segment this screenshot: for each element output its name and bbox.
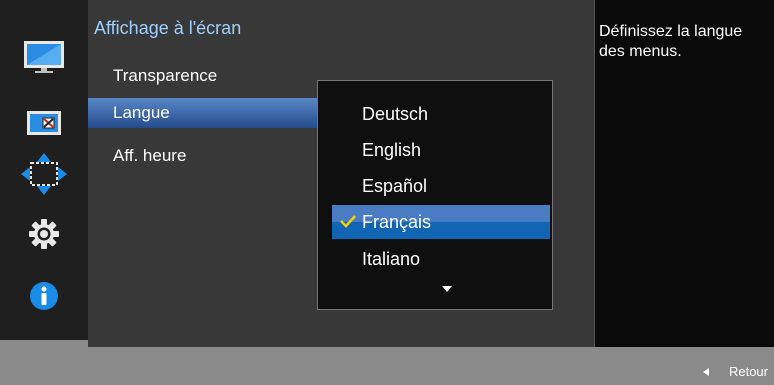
help-text: Définissez la langue des menus. — [599, 23, 743, 60]
main-panel: Affichage à l'écran Transparence Langue … — [88, 0, 594, 347]
settings-gear-icon — [29, 219, 59, 249]
position-arrows-icon — [21, 153, 67, 195]
sidebar-item-picture-size[interactable] — [0, 101, 88, 145]
sidebar — [0, 0, 88, 340]
info-icon — [30, 282, 58, 310]
language-submenu: Deutsch English Español Français Italian… — [317, 80, 553, 310]
back-button[interactable]: Retour — [702, 364, 768, 379]
menu-item-label: Transparence — [113, 66, 218, 85]
menu-item-transparence[interactable]: Transparence — [88, 61, 317, 91]
sidebar-item-information[interactable] — [0, 274, 88, 318]
language-option-label: Italiano — [362, 248, 421, 269]
footer-bar: Retour — [0, 347, 774, 385]
chevron-down-icon[interactable] — [442, 286, 452, 292]
display-icon — [24, 41, 64, 73]
language-option-label: English — [362, 139, 422, 160]
language-option-espanol[interactable]: Español — [332, 169, 550, 203]
language-option-francais[interactable]: Français — [332, 205, 550, 239]
back-label: Retour — [728, 364, 768, 379]
sidebar-item-system[interactable] — [0, 212, 88, 256]
help-panel: Définissez la langue des menus. — [594, 0, 774, 347]
menu-item-label: Langue — [113, 103, 170, 122]
picture-size-icon — [27, 111, 61, 135]
language-option-english[interactable]: English — [332, 133, 550, 167]
language-option-label: Español — [362, 175, 428, 196]
sidebar-item-picture[interactable] — [0, 35, 88, 79]
menu-item-aff-heure[interactable]: Aff. heure — [88, 141, 317, 171]
language-option-label: Deutsch — [362, 103, 429, 124]
sidebar-item-position[interactable] — [0, 152, 88, 196]
menu-item-label: Aff. heure — [113, 146, 187, 165]
language-option-label: Français — [362, 211, 432, 232]
checkmark-icon — [340, 215, 356, 228]
menu-item-langue[interactable]: Langue — [88, 98, 317, 128]
language-option-deutsch[interactable]: Deutsch — [332, 97, 550, 131]
page-title: Affichage à l'écran — [94, 18, 242, 38]
osd-menu: Affichage à l'écran Transparence Langue … — [0, 0, 774, 385]
triangle-left-icon — [702, 367, 709, 376]
language-option-italiano[interactable]: Italiano — [332, 242, 550, 276]
